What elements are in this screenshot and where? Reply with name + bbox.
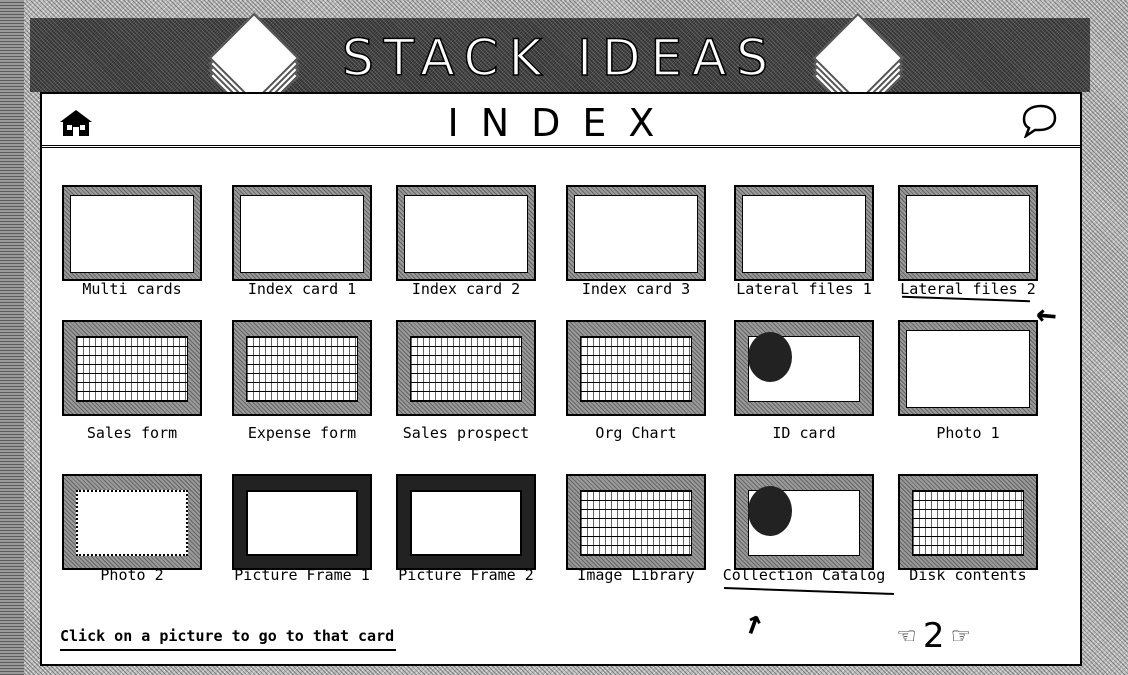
card-label[interactable]: Expense form	[217, 424, 387, 442]
card-label[interactable]: ID card	[719, 424, 889, 442]
card-thumbnail[interactable]	[396, 185, 536, 281]
card-thumbnail[interactable]	[566, 185, 706, 281]
frame-left-strip	[0, 0, 24, 675]
hand-pointing-left-icon[interactable]: ☜	[898, 618, 915, 654]
card-label[interactable]: Image Library	[551, 566, 721, 584]
card-label[interactable]: Multi cards	[47, 280, 217, 298]
footer-instruction: Click on a picture to go to that card	[60, 626, 397, 651]
card-thumbnail[interactable]	[898, 185, 1038, 281]
card-thumbnail[interactable]	[396, 474, 536, 570]
card-label[interactable]: Index card 1	[217, 280, 387, 298]
card-thumbnail-preview	[246, 336, 358, 402]
card-label[interactable]: Index card 3	[551, 280, 721, 298]
stack-title: STACK IDEAS	[341, 28, 779, 88]
card-thumbnail[interactable]	[232, 185, 372, 281]
card-thumbnail-preview	[76, 490, 188, 556]
card-thumbnail-preview	[70, 195, 194, 273]
card-label[interactable]: Collection Catalog	[719, 566, 889, 584]
card-thumbnail-preview	[906, 195, 1030, 273]
card-label[interactable]: Photo 1	[883, 424, 1053, 442]
card-thumbnail[interactable]	[734, 185, 874, 281]
card-thumbnail[interactable]	[566, 320, 706, 416]
card-thumbnail[interactable]	[734, 474, 874, 570]
card-thumbnail[interactable]	[898, 320, 1038, 416]
card-thumbnail[interactable]	[232, 320, 372, 416]
card-thumbnail-preview	[410, 490, 522, 556]
card-thumbnail-preview	[240, 195, 364, 273]
card-thumbnail-picture	[748, 486, 792, 536]
card-label[interactable]: Photo 2	[47, 566, 217, 584]
card-thumbnail[interactable]	[734, 320, 874, 416]
card-thumbnail[interactable]	[898, 474, 1038, 570]
home-icon[interactable]	[58, 108, 94, 138]
index-header: INDEX	[42, 94, 1080, 148]
pager: ☜ 2 ☞	[898, 618, 969, 654]
card-thumbnail[interactable]	[62, 474, 202, 570]
card-label[interactable]: Org Chart	[551, 424, 721, 442]
card-thumbnail[interactable]	[396, 320, 536, 416]
card-thumbnail-preview	[580, 336, 692, 402]
card-thumbnail-preview	[410, 336, 522, 402]
card-label[interactable]: Sales prospect	[381, 424, 551, 442]
card-label[interactable]: Sales form	[47, 424, 217, 442]
card-thumbnail[interactable]	[62, 185, 202, 281]
card-label[interactable]: Picture Frame 2	[381, 566, 551, 584]
card-thumbnail-preview	[912, 490, 1024, 556]
card-thumbnail[interactable]	[566, 474, 706, 570]
card-thumbnail-preview	[574, 195, 698, 273]
card-label[interactable]: Lateral files 1	[719, 280, 889, 298]
index-title: INDEX	[447, 101, 677, 145]
card-thumbnail-picture	[748, 332, 792, 382]
card-thumbnail-preview	[76, 336, 188, 402]
hand-pointing-right-icon[interactable]: ☞	[953, 618, 970, 654]
speech-balloon-icon[interactable]	[1020, 104, 1058, 138]
card-thumbnail-preview	[404, 195, 528, 273]
card-thumbnail-preview	[742, 195, 866, 273]
card-thumbnail-preview	[580, 490, 692, 556]
card-thumbnail[interactable]	[62, 320, 202, 416]
page-number: 2	[922, 616, 945, 656]
card-thumbnail-preview	[246, 490, 358, 556]
card-label[interactable]: Index card 2	[381, 280, 551, 298]
card-label[interactable]: Disk contents	[883, 566, 1053, 584]
card-thumbnail-preview	[906, 330, 1030, 408]
card-label[interactable]: Picture Frame 1	[217, 566, 387, 584]
card-thumbnail[interactable]	[232, 474, 372, 570]
